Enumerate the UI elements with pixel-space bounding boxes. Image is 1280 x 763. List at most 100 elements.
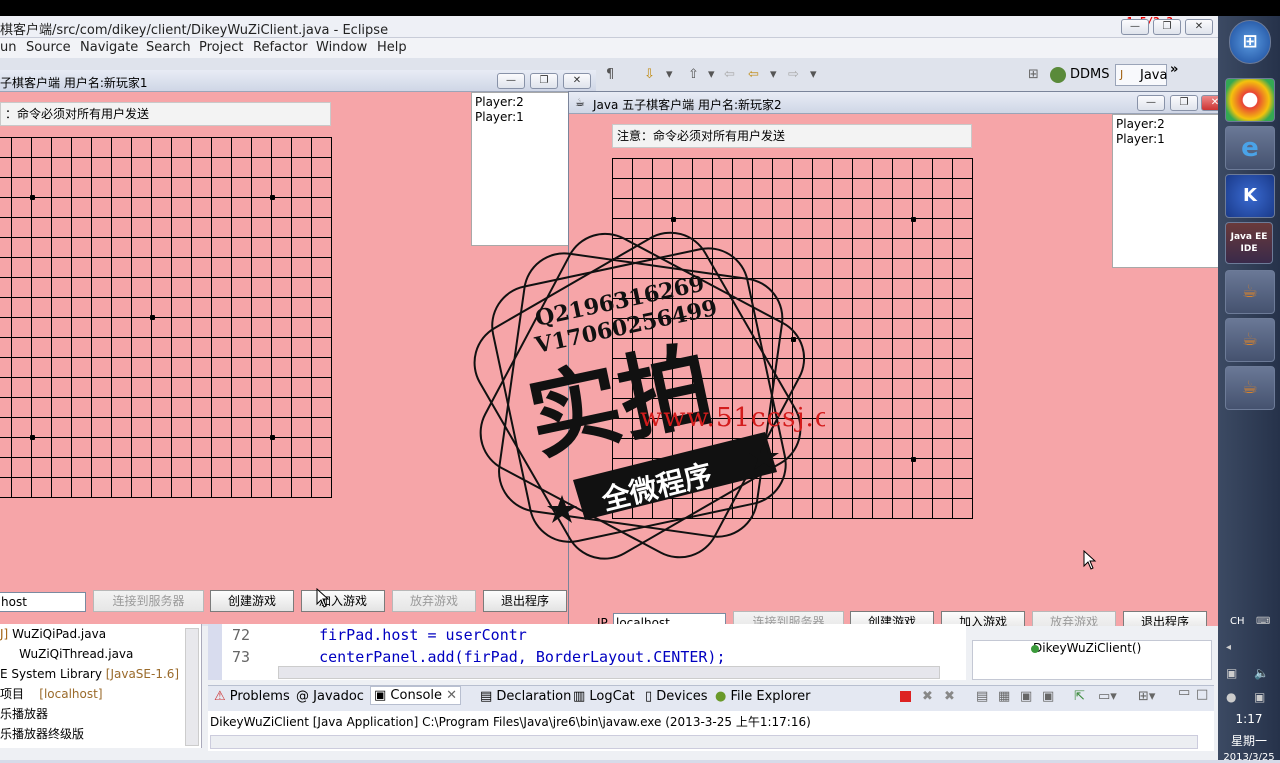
last-edit-icon[interactable]: ⇦ bbox=[724, 67, 735, 82]
window1-exit-button[interactable]: 退出程序 bbox=[483, 590, 567, 612]
k-app-icon[interactable]: K bbox=[1225, 174, 1275, 218]
remove-launch-icon[interactable]: ✖ bbox=[922, 689, 933, 704]
star-point bbox=[30, 195, 35, 200]
player-item[interactable]: Player:1 bbox=[1116, 132, 1216, 147]
open-console-icon[interactable]: ⊞▾ bbox=[1138, 689, 1155, 704]
terminate-icon[interactable] bbox=[900, 691, 911, 702]
pin-console-icon[interactable]: ⇱ bbox=[1074, 689, 1085, 704]
window1-minimize-button[interactable]: — bbox=[497, 73, 525, 89]
mouse-cursor-icon bbox=[316, 588, 330, 608]
maximize-button[interactable]: ❐ bbox=[1153, 19, 1181, 35]
chrome-icon[interactable] bbox=[1225, 78, 1275, 122]
pilcrow-icon[interactable]: ¶ bbox=[606, 67, 614, 82]
tab-file-explorer[interactable]: ● File Explorer bbox=[715, 689, 811, 704]
tray-icon[interactable]: ▣ bbox=[1226, 666, 1237, 680]
window1-board[interactable] bbox=[0, 137, 332, 498]
menu-search[interactable]: Search bbox=[146, 40, 191, 55]
tab-console[interactable]: ▣ Console ✕ bbox=[370, 686, 462, 705]
player-item[interactable]: Player:2 bbox=[475, 95, 567, 110]
language-indicator[interactable]: CH bbox=[1230, 616, 1245, 627]
tree-item[interactable]: 项目 [localhost] bbox=[0, 684, 179, 704]
watermark-stamp: Q2196316269 V17060256499 实拍 全微程序 www.51c… bbox=[473, 231, 825, 560]
window1-notice: ：命令必须对所有用户发送 bbox=[0, 102, 331, 126]
remove-all-icon[interactable]: ✖ bbox=[944, 689, 955, 704]
java-app-icon[interactable]: ☕ bbox=[1225, 318, 1275, 362]
show-on-output-icon[interactable]: ▣ bbox=[1042, 689, 1054, 704]
tree-item[interactable]: J] WuZiQiPad.java bbox=[0, 624, 179, 644]
start-button-icon[interactable]: ⊞ bbox=[1229, 20, 1271, 64]
explorer-scrollbar[interactable] bbox=[185, 628, 199, 746]
player-item[interactable]: Player:2 bbox=[1116, 117, 1216, 132]
minimize-button[interactable]: — bbox=[1121, 19, 1149, 35]
close-button[interactable]: ✕ bbox=[1185, 19, 1213, 35]
perspective-ddms[interactable]: DDMS bbox=[1070, 67, 1110, 82]
perspective-java-tab[interactable]: Java J bbox=[1115, 64, 1167, 86]
menu-refactor[interactable]: Refactor bbox=[253, 40, 308, 55]
word-wrap-icon[interactable]: ▣ bbox=[1020, 689, 1032, 704]
tray-expand-icon[interactable]: ◂ bbox=[1226, 642, 1231, 653]
console-scrollbar[interactable] bbox=[210, 735, 1198, 749]
java-app-icon[interactable]: ☕ bbox=[1225, 366, 1275, 410]
scroll-lock-icon[interactable]: ▦ bbox=[998, 689, 1010, 704]
window1-close-button[interactable]: ✕ bbox=[563, 73, 591, 89]
perspective-java: Java bbox=[1140, 68, 1168, 83]
chevron-down-icon[interactable]: ▾ bbox=[770, 67, 777, 82]
java-ee-ide-icon[interactable]: Java EE IDE bbox=[1225, 222, 1273, 264]
tree-item[interactable]: WuZiQiThread.java bbox=[0, 644, 179, 664]
menu-help[interactable]: Help bbox=[377, 40, 407, 55]
java-app-icon[interactable]: ☕ bbox=[1225, 270, 1275, 314]
forward-icon[interactable]: ⇨ bbox=[788, 67, 799, 82]
eclipse-title: 棋客户端/src/com/dikey/client/DikeyWuZiClien… bbox=[0, 23, 389, 38]
window1-ip-input[interactable]: host bbox=[0, 592, 86, 612]
prev-annotation-icon[interactable]: ⇧ bbox=[688, 67, 699, 82]
more-perspectives-icon[interactable]: » bbox=[1170, 62, 1178, 77]
window1-give-up-button[interactable]: 放弃游戏 bbox=[392, 590, 476, 612]
editor-hscrollbar[interactable] bbox=[278, 666, 940, 679]
back-icon[interactable]: ⇦ bbox=[748, 67, 759, 82]
keyboard-icon[interactable]: ⌨ bbox=[1256, 616, 1270, 627]
tree-item[interactable]: 乐播放器终级版 bbox=[0, 724, 179, 744]
tab-declaration[interactable]: ▤ Declaration bbox=[480, 689, 571, 704]
qq-icon[interactable]: ● bbox=[1226, 690, 1236, 704]
next-annotation-icon[interactable]: ⇩ bbox=[644, 67, 655, 82]
code-editor[interactable]: 72 firPad.host = userContr 73 centerPane… bbox=[208, 624, 966, 680]
network-icon[interactable]: ▣ bbox=[1254, 690, 1265, 704]
java-icon: J bbox=[1120, 68, 1124, 81]
chevron-down-icon[interactable]: ▾ bbox=[666, 67, 673, 82]
clock-time[interactable]: 1:17 bbox=[1218, 712, 1280, 726]
menu-project[interactable]: Project bbox=[199, 40, 243, 55]
volume-icon[interactable]: 🔈 bbox=[1254, 666, 1269, 680]
menu-source[interactable]: Source bbox=[26, 40, 71, 55]
chevron-down-icon[interactable]: ▾ bbox=[708, 67, 715, 82]
window2-player-list[interactable]: Player:2 Player:1 bbox=[1112, 114, 1220, 268]
chevron-down-icon[interactable]: ▾ bbox=[810, 67, 817, 82]
tab-devices[interactable]: ▯ Devices bbox=[645, 689, 708, 704]
window1-maximize-button[interactable]: ❐ bbox=[530, 73, 558, 89]
menu-navigate[interactable]: Navigate bbox=[80, 40, 138, 55]
window1-create-game-button[interactable]: 创建游戏 bbox=[210, 590, 294, 612]
window1-connect-button[interactable]: 连接到服务器 bbox=[93, 590, 204, 612]
outline-item[interactable]: DikeyWuZiClient() bbox=[1033, 641, 1141, 655]
code-line[interactable]: centerPanel.add(firPad, BorderLayout.CEN… bbox=[319, 648, 725, 666]
menu-window[interactable]: Window bbox=[316, 40, 367, 55]
android-icon: ● bbox=[715, 689, 727, 704]
console-output[interactable]: DikeyWuZiClient [Java Application] C:\Pr… bbox=[208, 711, 1214, 751]
menu-run[interactable]: un bbox=[0, 40, 16, 55]
outline-pane: DikeyWuZiClient() bbox=[972, 640, 1212, 680]
display-console-icon[interactable]: ▭▾ bbox=[1098, 689, 1117, 704]
player-item[interactable]: Player:1 bbox=[475, 110, 567, 125]
maximize-view-icon[interactable]: □ bbox=[1196, 687, 1208, 702]
clear-console-icon[interactable]: ▤ bbox=[976, 689, 988, 704]
window1-join-game-button[interactable]: 加入游戏 bbox=[301, 590, 385, 612]
tree-item[interactable]: E System Library [JavaSE-1.6] bbox=[0, 664, 179, 684]
tab-logcat[interactable]: ▥ LogCat bbox=[573, 689, 635, 704]
tab-javadoc[interactable]: @ Javadoc bbox=[296, 689, 364, 704]
minimize-view-icon[interactable]: ▭ bbox=[1178, 685, 1190, 700]
open-perspective-icon[interactable]: ⊞ bbox=[1028, 67, 1039, 82]
ie-icon[interactable]: e bbox=[1225, 126, 1275, 170]
tree-item[interactable]: 乐播放器 bbox=[0, 704, 179, 724]
window2-maximize-button[interactable]: ❐ bbox=[1170, 95, 1198, 111]
code-line[interactable]: firPad.host = userContr bbox=[319, 626, 527, 644]
tab-problems[interactable]: ⚠ Problems bbox=[214, 689, 290, 704]
window2-minimize-button[interactable]: — bbox=[1137, 95, 1165, 111]
